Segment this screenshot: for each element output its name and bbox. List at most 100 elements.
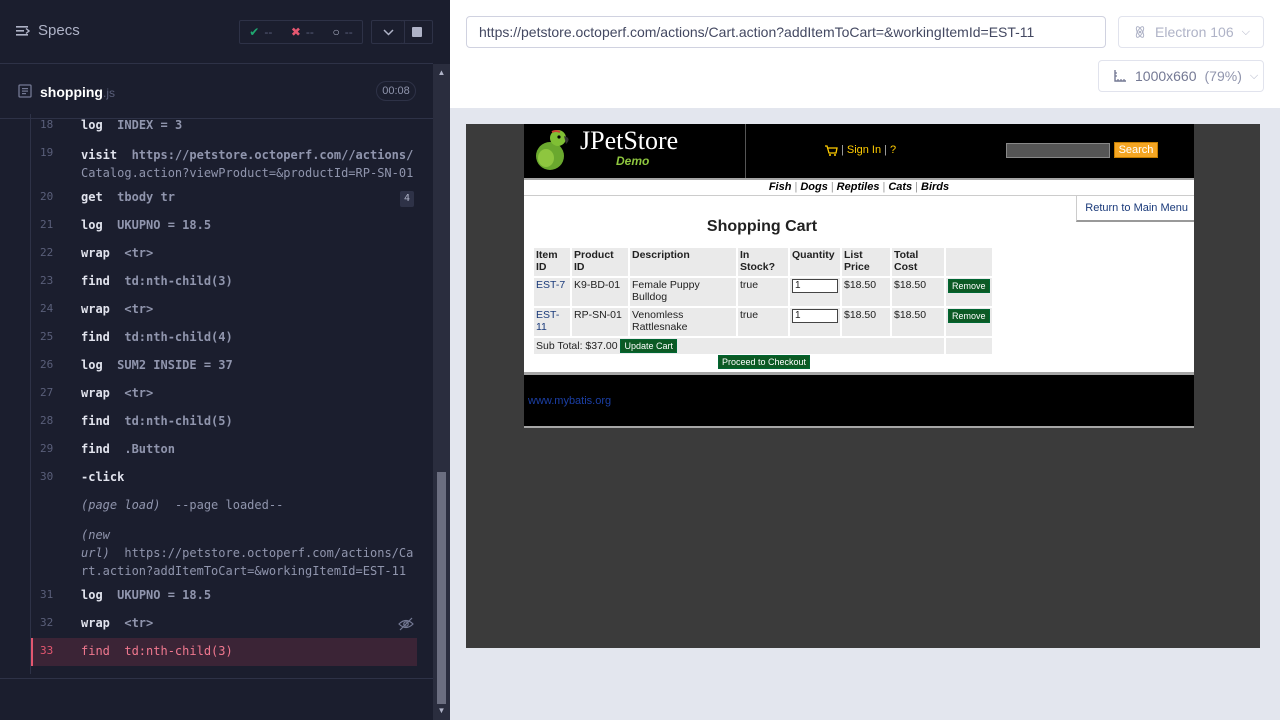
command-name: wrap <tr> xyxy=(81,302,153,316)
command-name: find td:nth-child(3) xyxy=(81,644,233,658)
command-number: 31 xyxy=(40,588,54,601)
command-name: log INDEX = 3 xyxy=(81,118,182,132)
expand-button[interactable] xyxy=(371,20,405,44)
command-name-text: find xyxy=(81,442,110,456)
table-header-row: Item ID Product ID Description In Stock?… xyxy=(534,248,992,276)
command-list: 18 log INDEX = 3 19 visit https://petstore… xyxy=(30,114,417,674)
remove-button[interactable]: Remove xyxy=(948,309,990,323)
test-stats: ✔ -- ✖ -- ○ -- xyxy=(239,20,363,44)
specs-toggle[interactable]: Specs xyxy=(16,22,80,39)
command-number: 29 xyxy=(40,442,54,455)
passed-stat: ✔ -- xyxy=(249,25,272,39)
item-link[interactable]: EST-11 xyxy=(536,309,559,333)
viewport-size: 1000x660 xyxy=(1135,68,1197,84)
menu-reptiles[interactable]: Reptiles xyxy=(837,181,880,193)
command-name: find td:nth-child(4) xyxy=(81,330,233,344)
separator: | xyxy=(884,144,887,156)
command-name: wrap <tr> xyxy=(81,616,153,630)
reporter-footer xyxy=(0,678,433,720)
update-cart-button[interactable]: Update Cart xyxy=(620,339,677,353)
command-name-text: get xyxy=(81,190,103,204)
command-number: 22 xyxy=(40,246,54,259)
command-name: find td:nth-child(5) xyxy=(81,414,233,428)
event-row[interactable]: (new url) https://petstore.octoperf.com/a… xyxy=(31,526,417,578)
menu-cats[interactable]: Cats xyxy=(888,181,912,193)
cell-in-stock: true xyxy=(738,278,788,306)
command-row[interactable]: 19 visit https://petstore.octoperf.com//a… xyxy=(31,146,417,180)
cell-total-cost: $18.50 xyxy=(892,308,944,336)
command-row[interactable]: 18 log INDEX = 3 xyxy=(31,118,417,132)
cell-item-id: EST-11 xyxy=(534,308,570,336)
aut-header: https://petstore.octoperf.com/actions/Ca… xyxy=(450,0,1280,108)
logo-text: JPetStore xyxy=(580,126,679,155)
scroll-down-icon[interactable]: ▼ xyxy=(437,706,446,715)
separator: | xyxy=(915,181,919,193)
command-name-text: find xyxy=(81,414,110,428)
chevron-down-icon xyxy=(382,28,394,36)
command-name: log UKUPNO = 18.5 xyxy=(81,218,211,232)
command-name-text: find xyxy=(81,644,110,658)
scroll-up-icon[interactable]: ▲ xyxy=(437,68,446,77)
subtotal-cell: Sub Total: $37.00 Update Cart xyxy=(534,338,944,354)
stop-button[interactable] xyxy=(401,20,433,44)
remove-button[interactable]: Remove xyxy=(948,279,990,293)
failed-stat: ✖ -- xyxy=(291,25,314,39)
cell-description: Female Puppy Bulldog xyxy=(630,278,736,306)
menu-fish[interactable]: Fish xyxy=(769,181,792,193)
command-message: <tr> xyxy=(124,246,154,260)
reporter-header: Specs ✔ -- ✖ -- ○ -- xyxy=(0,0,433,64)
cart-icon[interactable] xyxy=(824,144,838,156)
event-name-text: (page load) xyxy=(81,498,161,512)
spec-extension: .js xyxy=(103,86,115,100)
return-to-main-menu-link[interactable]: Return to Main Menu xyxy=(1076,196,1194,222)
passed-count: -- xyxy=(264,25,273,39)
browser-selector[interactable]: Electron 106 ⌵ xyxy=(1118,16,1264,48)
mybatis-link[interactable]: www.mybatis.org xyxy=(528,395,611,407)
command-message: td:nth-child(3) xyxy=(124,644,233,658)
command-name: visit https://petstore.octoperf.com//act… xyxy=(81,146,413,182)
command-name: find .Button xyxy=(81,442,175,456)
eye-slash-icon xyxy=(398,617,414,631)
jps-logo[interactable]: JPetStore Demo xyxy=(524,124,746,178)
scrollbar-thumb[interactable] xyxy=(437,472,446,704)
cell-in-stock: true xyxy=(738,308,788,336)
command-row[interactable]: 20 get tbody tr 4 xyxy=(31,190,417,207)
aut-stage: JPetStore Demo | Sign In | ? Search Fish… xyxy=(466,124,1260,648)
sign-in-link[interactable]: Sign In xyxy=(847,144,881,156)
url-bar[interactable]: https://petstore.octoperf.com/actions/Ca… xyxy=(466,16,1106,48)
viewport-info[interactable]: 1000x660 (79%) ⌵ xyxy=(1098,60,1264,92)
jpetstore-page: JPetStore Demo | Sign In | ? Search Fish… xyxy=(524,124,1194,428)
cell-total-cost: $18.50 xyxy=(892,278,944,306)
search-button[interactable]: Search xyxy=(1114,142,1158,158)
subtotal-row: Sub Total: $37.00 Update Cart xyxy=(534,338,992,354)
help-link[interactable]: ? xyxy=(890,144,896,156)
command-name-text: wrap xyxy=(81,616,110,630)
command-message: <tr> xyxy=(124,616,154,630)
cell-product-id: K9-BD-01 xyxy=(572,278,628,306)
proceed-to-checkout-button[interactable]: Proceed to Checkout xyxy=(718,355,811,369)
cell-list-price: $18.50 xyxy=(842,278,890,306)
command-number: 21 xyxy=(40,218,54,231)
command-message: <tr> xyxy=(124,386,154,400)
command-name-text: log xyxy=(81,118,103,132)
failed-count: -- xyxy=(305,25,314,39)
spec-name[interactable]: shopping.js xyxy=(40,84,115,100)
event-name-cont: url) xyxy=(81,546,110,560)
col-description: Description xyxy=(630,248,736,276)
quantity-input[interactable]: 1 xyxy=(792,309,838,323)
cart-table: Item ID Product ID Description In Stock?… xyxy=(532,246,994,356)
command-name-text: wrap xyxy=(81,246,110,260)
cell-actions: Remove xyxy=(946,278,992,306)
viewport-scale: (79%) xyxy=(1204,68,1242,84)
menu-dogs[interactable]: Dogs xyxy=(800,181,828,193)
command-number: 18 xyxy=(40,118,54,131)
quantity-input[interactable]: 1 xyxy=(792,279,838,293)
command-name-text: -click xyxy=(81,470,125,484)
item-link[interactable]: EST-7 xyxy=(536,279,565,291)
jps-header: JPetStore Demo | Sign In | ? Search xyxy=(524,124,1194,178)
menu-birds[interactable]: Birds xyxy=(921,181,949,193)
command-row[interactable]: 32 wrap <tr> xyxy=(31,616,417,632)
pending-count: -- xyxy=(344,25,353,39)
failed-command-row[interactable]: 33 find td:nth-child(3) xyxy=(31,638,417,666)
search-input[interactable] xyxy=(1006,143,1110,158)
